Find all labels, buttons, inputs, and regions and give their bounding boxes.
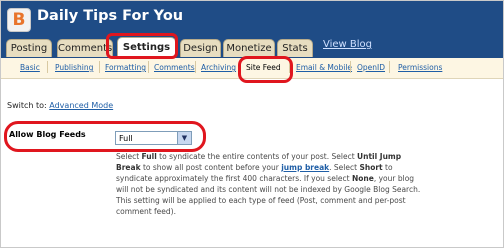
blog-title: Daily Tips For You xyxy=(37,8,184,24)
tab-label: Settings xyxy=(122,42,171,53)
blog-feeds-description: Select Full to syndicate the entire cont… xyxy=(116,151,423,217)
switch-prefix: Switch to: xyxy=(7,101,47,110)
switch-mode-row: Switch to: Advanced Mode xyxy=(7,101,113,110)
desc-bold: Short xyxy=(359,163,383,172)
settings-subnav: Basic Publishing Formatting Comments Arc… xyxy=(1,58,503,79)
blog-feeds-select-value: Full xyxy=(119,134,133,143)
subnav-divider xyxy=(47,61,48,73)
subnav-permissions[interactable]: Permissions xyxy=(398,63,442,72)
subnav-divider xyxy=(289,61,290,73)
tab-stats[interactable]: Stats xyxy=(277,39,313,57)
tab-label: Comments xyxy=(58,43,113,54)
tab-design[interactable]: Design xyxy=(180,39,221,57)
tab-posting[interactable]: Posting xyxy=(6,39,52,57)
view-blog-link[interactable]: View Blog xyxy=(323,39,372,50)
tab-label: Design xyxy=(183,43,218,54)
jump-break-link[interactable]: jump break xyxy=(281,163,329,172)
desc-text: . Select xyxy=(329,163,360,172)
subnav-basic[interactable]: Basic xyxy=(20,63,40,72)
tab-settings[interactable]: Settings xyxy=(117,37,176,57)
subnav-comments[interactable]: Comments xyxy=(154,63,195,72)
subnav-email-mobile[interactable]: Email & Mobile xyxy=(296,63,352,72)
tab-label: Monetize xyxy=(226,43,272,54)
subnav-openid[interactable]: OpenID xyxy=(357,63,385,72)
desc-bold: Full xyxy=(141,152,157,161)
tab-label: Posting xyxy=(10,43,48,54)
subnav-site-feed[interactable]: Site Feed xyxy=(246,63,281,72)
blogger-logo[interactable]: B xyxy=(7,8,31,32)
subnav-divider xyxy=(195,61,196,73)
subnav-publishing[interactable]: Publishing xyxy=(55,63,93,72)
desc-text: to syndicate the entire contents of your… xyxy=(156,152,358,161)
subnav-divider xyxy=(350,61,351,73)
blogger-logo-icon: B xyxy=(12,10,26,30)
subnav-divider xyxy=(148,61,149,73)
blog-feeds-select[interactable]: Full ▼ xyxy=(115,131,192,145)
tab-comments[interactable]: Comments xyxy=(57,39,113,57)
subnav-divider xyxy=(239,61,240,73)
allow-blog-feeds-label: Allow Blog Feeds xyxy=(9,130,86,139)
desc-text: to show all post content before your xyxy=(140,163,282,172)
subnav-archiving[interactable]: Archiving xyxy=(201,63,236,72)
header-bar: B Daily Tips For You Posting Comments Se… xyxy=(1,1,503,58)
chevron-down-icon[interactable]: ▼ xyxy=(177,132,191,144)
subnav-divider xyxy=(389,61,390,73)
tab-monetize[interactable]: Monetize xyxy=(223,39,275,57)
advanced-mode-link[interactable]: Advanced Mode xyxy=(49,101,113,110)
subnav-formatting[interactable]: Formatting xyxy=(105,63,146,72)
tab-label: Stats xyxy=(282,43,308,54)
desc-bold: None xyxy=(351,174,374,183)
blogger-settings-window: B Daily Tips For You Posting Comments Se… xyxy=(0,0,504,248)
desc-text: Select xyxy=(116,152,142,161)
subnav-divider xyxy=(99,61,100,73)
